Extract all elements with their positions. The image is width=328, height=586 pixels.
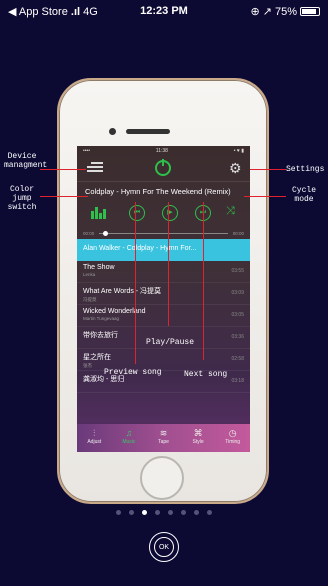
annotation-next-song: Next song [184, 370, 228, 379]
annotation-device-management: Device managment [4, 152, 48, 170]
current-song-row[interactable]: Alan Walker - Coldplay - Hymn For... [77, 239, 250, 261]
tab-style[interactable]: ⌘ Style [181, 424, 216, 452]
page-dot[interactable] [155, 510, 160, 515]
tape-icon: ≋ [159, 428, 168, 438]
page-dot[interactable] [194, 510, 199, 515]
status-bar: ◀ App Store .ıl 4G 12:23 PM ⊕ ↗ 75% [0, 0, 328, 22]
ok-button[interactable]: OK [149, 532, 179, 562]
page-indicator [0, 510, 328, 515]
home-button [140, 456, 184, 500]
list-item[interactable]: 星之所在 张杰 02:58 [77, 349, 250, 371]
timing-icon: ◷ [228, 428, 237, 438]
annotation-line [244, 196, 286, 197]
status-right: ⊕ ↗ 75% [250, 5, 320, 18]
annotation-line [203, 202, 204, 360]
app-screen: •••• 11:38 • ♥ ▮ ⚙ Coldplay - Hymn For T… [77, 146, 250, 452]
power-icon[interactable] [155, 159, 171, 176]
adjust-icon: ⫶ [93, 428, 96, 438]
annotation-line [250, 169, 286, 170]
bottom-tab-bar: ⫶ Adjust ♫ Music ≋ Tape ⌘ Style ◷ Timing [77, 424, 250, 452]
music-icon: ♫ [125, 428, 133, 438]
phone-status-bar: •••• 11:38 • ♥ ▮ [83, 148, 244, 154]
current-song-title: Coldplay - Hymn For The Weekend (Remix) [77, 181, 250, 201]
tab-music[interactable]: ♫ Music [112, 424, 147, 452]
annotation-color-jump: Color jump switch [7, 185, 37, 212]
earpiece-speaker [126, 129, 170, 134]
battery-icon [300, 7, 320, 16]
player-controls: ⏮ ▶ ⏭ ⤨ [77, 201, 250, 229]
list-item[interactable]: Wicked Wonderland Martin Tungevaag 03:05 [77, 305, 250, 327]
annotation-line [40, 196, 88, 197]
page-dot[interactable] [116, 510, 121, 515]
annotation-cycle-mode: Cycle mode [291, 186, 316, 204]
progress-knob[interactable] [103, 231, 108, 236]
tab-timing[interactable]: ◷ Timing [215, 424, 250, 452]
device-management-icon[interactable] [87, 160, 103, 174]
page-dot[interactable] [168, 510, 173, 515]
annotation-play-pause: Play/Pause [146, 338, 195, 347]
location-icon: ⊕ ↗ [250, 6, 272, 18]
previous-button[interactable]: ⏮ [129, 205, 145, 221]
list-item[interactable]: What Are Words - 冯提莫 冯提莫 03:09 [77, 283, 250, 305]
tab-adjust[interactable]: ⫶ Adjust [77, 424, 112, 452]
front-camera [109, 128, 116, 135]
progress-bar[interactable]: 00:00 00:00 [77, 229, 250, 239]
tab-tape[interactable]: ≋ Tape [146, 424, 181, 452]
annotation-settings: Settings [286, 165, 325, 174]
page-dot[interactable] [181, 510, 186, 515]
list-item[interactable]: The Show Lenka 03:55 [77, 261, 250, 283]
play-pause-button[interactable]: ▶ [162, 205, 178, 221]
page-dot[interactable] [129, 510, 134, 515]
annotation-preview-song: Preview song [104, 368, 162, 377]
page-dot[interactable] [207, 510, 212, 515]
style-icon: ⌘ [193, 428, 203, 438]
page-dot-active[interactable] [142, 510, 147, 515]
annotation-line [168, 202, 169, 326]
color-jump-switch-icon[interactable] [91, 207, 106, 219]
battery-percent: 75% [274, 5, 297, 18]
annotation-line [135, 202, 136, 364]
cycle-mode-icon[interactable]: ⤨ [226, 205, 235, 218]
gear-icon[interactable]: ⚙ [229, 160, 242, 177]
app-top-bar: ⚙ [77, 156, 250, 181]
